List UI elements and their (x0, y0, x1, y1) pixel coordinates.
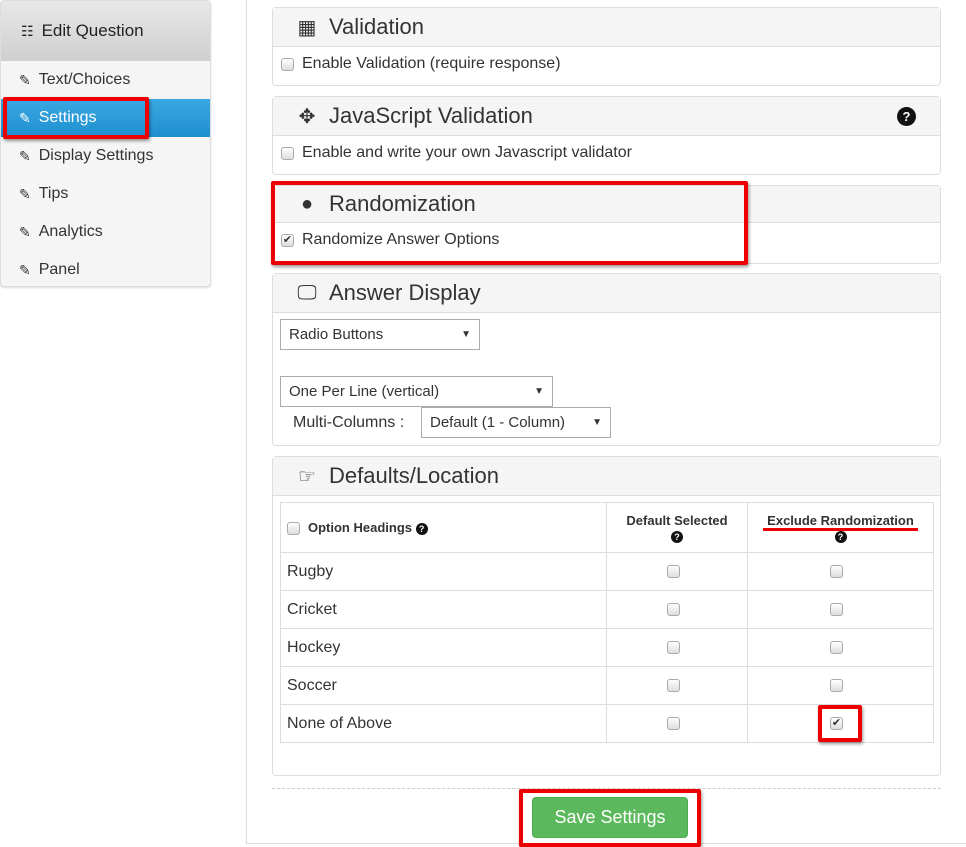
table-row: Hockey (280, 628, 934, 667)
enable-js-validator-checkbox[interactable] (281, 146, 294, 160)
monitor-icon: 🖵 (297, 281, 317, 304)
option-label: Hockey (280, 628, 607, 667)
column-header: Option Headings (308, 519, 412, 535)
column-header: Default Selected (626, 512, 728, 528)
highlight-box (3, 97, 149, 139)
exclude-randomization-checkbox[interactable] (830, 678, 843, 692)
list-icon: ☷ (21, 22, 34, 39)
sidebar: ☷ Edit Question ✎ Text/Choices ✎ Settings ✎… (0, 0, 211, 287)
highlight-box (271, 181, 748, 265)
table-row: Cricket (280, 590, 934, 629)
sidebar-item-display-settings[interactable]: ✎ Display Settings (1, 137, 210, 175)
help-icon[interactable]: ? (415, 522, 428, 535)
panel-title: JavaScript Validation (329, 103, 533, 128)
caret-down-icon: ▼ (592, 417, 602, 428)
sidebar-item-panel[interactable]: ✎ Panel (1, 251, 210, 289)
exclude-randomization-checkbox[interactable] (830, 564, 843, 578)
layout-select[interactable]: One Per Line (vertical) ▼ (280, 376, 553, 407)
sidebar-item-label: Tips (38, 185, 69, 202)
sidebar-header: ☷ Edit Question (1, 1, 210, 61)
highlight-box (519, 789, 701, 847)
sidebar-item-analytics[interactable]: ✎ Analytics (1, 213, 210, 251)
checkbox-label: Enable Validation (require response) (302, 55, 561, 72)
hand-pointer-icon: ☞ (298, 465, 316, 488)
edit-icon: ✎ (19, 147, 31, 164)
move-icon: ✥ (298, 105, 316, 128)
help-icon[interactable]: ? (671, 530, 683, 543)
multi-columns-label: Multi-Columns : (293, 414, 405, 431)
answer-type-select[interactable]: Radio Buttons ▼ (280, 319, 480, 350)
multi-columns-select[interactable]: Default (1 - Column) ▼ (421, 407, 611, 438)
edit-icon: ✎ (19, 185, 31, 202)
sidebar-title: Edit Question (41, 21, 144, 40)
table-row: Soccer (280, 666, 934, 705)
sidebar-item-text-choices[interactable]: ✎ Text/Choices (1, 61, 210, 99)
panel-title: Validation (329, 14, 424, 39)
help-icon[interactable]: ? (897, 106, 916, 126)
edit-icon: ✎ (19, 223, 31, 240)
edit-icon: ✎ (19, 71, 31, 88)
column-header: Exclude Randomization (763, 512, 918, 531)
caret-down-icon: ▼ (461, 329, 471, 340)
caret-down-icon: ▼ (534, 386, 544, 397)
default-selected-checkbox[interactable] (666, 640, 680, 654)
edit-icon: ✎ (19, 261, 31, 278)
js-validation-panel: ✥ JavaScript Validation? Enable and write… (272, 96, 941, 175)
validation-panel: ▦ Validation Enable Validation (require r… (272, 7, 941, 86)
exclude-randomization-checkbox[interactable] (830, 602, 843, 616)
option-label: None of Above (280, 704, 607, 743)
select-all-checkbox[interactable] (287, 522, 300, 536)
th-large-icon: ▦ (297, 16, 317, 39)
sidebar-item-label: Text/Choices (38, 71, 131, 88)
sidebar-item-label: Display Settings (38, 147, 154, 164)
enable-validation-checkbox[interactable] (281, 57, 294, 71)
option-label: Cricket (280, 590, 607, 629)
exclude-randomization-checkbox[interactable] (830, 640, 843, 654)
answer-display-panel: 🖵 Answer Display Radio Buttons ▼ One Per L… (272, 273, 941, 446)
select-value: Default (1 - Column) (430, 414, 566, 431)
default-selected-checkbox[interactable] (666, 564, 680, 578)
panel-title: Answer Display (329, 280, 481, 305)
help-icon[interactable]: ? (834, 530, 847, 543)
default-selected-checkbox[interactable] (666, 716, 680, 730)
sidebar-item-label: Analytics (38, 223, 103, 240)
default-selected-checkbox[interactable] (666, 602, 680, 616)
panel-title: Defaults/Location (329, 463, 499, 488)
table-row: Rugby (280, 552, 934, 591)
select-value: Radio Buttons (289, 326, 384, 343)
select-value: One Per Line (vertical) (289, 383, 440, 400)
highlight-box (818, 705, 862, 742)
sidebar-item-label: Panel (38, 261, 80, 278)
default-selected-checkbox[interactable] (666, 678, 680, 692)
option-label: Rugby (280, 552, 607, 591)
checkbox-label: Enable and write your own Javascript val… (302, 144, 632, 161)
sidebar-item-tips[interactable]: ✎ Tips (1, 175, 210, 213)
option-label: Soccer (280, 666, 607, 705)
